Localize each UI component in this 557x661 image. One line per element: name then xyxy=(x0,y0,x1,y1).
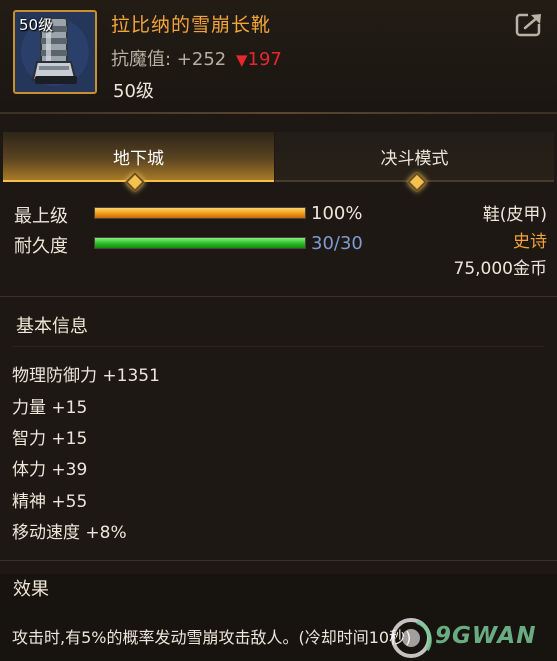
magic-resist-change: 197 xyxy=(247,49,282,70)
effect-description: 攻击时,有5%的概率发动雪崩攻击敌人。(冷却时间10秒) xyxy=(12,628,412,647)
magic-resist-label: 抗魔值: +252 xyxy=(111,49,227,70)
item-rarity: 史诗 xyxy=(513,232,547,252)
basic-info-title: 基本信息 xyxy=(16,316,88,337)
watermark-text: 9GWAN xyxy=(435,623,537,649)
durability-bar xyxy=(94,237,306,249)
item-category: 鞋(皮甲) xyxy=(482,205,547,225)
share-button[interactable] xyxy=(514,10,546,38)
attribute-move-speed: 移动速度 +8% xyxy=(12,523,127,543)
share-icon xyxy=(515,12,542,37)
item-level-badge: 50级 xyxy=(19,16,54,34)
effect-title: 效果 xyxy=(13,579,49,600)
effect-divider xyxy=(0,560,557,561)
basic-info-divider xyxy=(12,346,544,347)
durability-bar-fill xyxy=(95,238,305,248)
durability-value: 30/30 xyxy=(311,233,363,254)
required-level: 50级 xyxy=(113,81,154,102)
stats-divider xyxy=(0,296,557,297)
item-name: 拉比纳的雪崩长靴 xyxy=(111,14,272,36)
max-upgrade-value: 100% xyxy=(311,203,363,224)
tab-dungeon[interactable]: 地下城 xyxy=(3,132,274,182)
max-upgrade-bar xyxy=(94,207,306,219)
max-upgrade-bar-fill xyxy=(95,208,305,218)
attribute-intelligence: 智力 +15 xyxy=(12,429,88,449)
attribute-strength: 力量 +15 xyxy=(12,398,88,418)
item-header: 50级 拉比纳的雪崩长靴 抗魔值: +252 ▼197 50级 xyxy=(0,0,557,112)
tab-duel-mode-label: 决斗模式 xyxy=(380,148,449,169)
max-upgrade-label: 最上级 xyxy=(14,206,68,227)
tab-dungeon-label: 地下城 xyxy=(113,148,164,169)
item-price: 75,000金币 xyxy=(453,259,547,279)
attribute-vitality: 体力 +39 xyxy=(12,460,88,480)
attribute-physical-defense: 物理防御力 +1351 xyxy=(12,366,160,386)
item-icon-frame: 50级 xyxy=(13,10,97,94)
durability-label: 耐久度 xyxy=(14,236,68,257)
magic-resist-line: 抗魔值: +252 ▼197 xyxy=(111,45,282,71)
attribute-spirit: 精神 +55 xyxy=(12,492,88,512)
decrease-arrow-icon: ▼ xyxy=(235,51,248,69)
